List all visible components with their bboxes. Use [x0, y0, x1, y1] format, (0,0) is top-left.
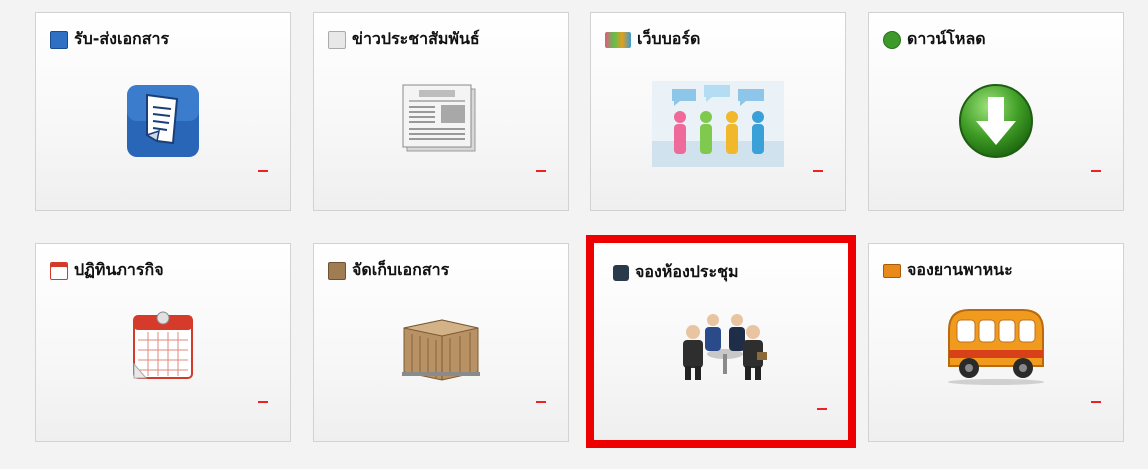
dash-mark	[258, 170, 268, 172]
tile-header: เว็บบอร์ด	[605, 27, 700, 52]
tile-header: ดาวน์โหลด	[883, 27, 986, 52]
webboard-people-icon	[652, 81, 784, 171]
dash-mark	[813, 170, 823, 172]
tile-title: จองห้องประชุม	[635, 262, 739, 281]
newspaper-small-icon	[328, 30, 346, 49]
webboard-small-icon	[605, 31, 631, 48]
bus-icon	[941, 300, 1051, 390]
tile-title: รับ-ส่งเอกสาร	[74, 29, 170, 48]
tile-header: ปฏิทินภารกิจ	[50, 258, 164, 283]
document-icon	[123, 81, 203, 165]
tile-pr-news[interactable]: ข่าวประชาสัมพันธ์	[313, 12, 569, 211]
dash-mark	[258, 401, 268, 403]
tile-header: ข่าวประชาสัมพันธ์	[328, 27, 480, 52]
module-board: รับ-ส่งเอกสาร ข่าวประชาสัมพันธ์ เว็บบอร์…	[0, 0, 1148, 469]
archive-boxes-icon	[398, 314, 484, 386]
tile-header: รับ-ส่งเอกสาร	[50, 27, 169, 52]
download-small-icon	[883, 30, 901, 49]
tile-vehicle[interactable]: จองยานพาหนะ	[868, 243, 1124, 442]
tile-archive[interactable]: จัดเก็บเอกสาร	[313, 243, 569, 442]
calendar-small-icon	[50, 261, 68, 280]
download-arrow-icon	[956, 81, 1036, 165]
meeting-small-icon	[613, 264, 629, 281]
tile-title: ดาวน์โหลด	[907, 29, 986, 48]
tile-webboard[interactable]: เว็บบอร์ด	[590, 12, 846, 211]
bus-small-icon	[883, 263, 901, 278]
tile-title: จองยานพาหนะ	[907, 260, 1013, 279]
tile-calendar[interactable]: ปฏิทินภารกิจ	[35, 243, 291, 442]
tile-header: จองห้องประชุม	[613, 260, 739, 285]
dash-mark	[1091, 401, 1101, 403]
dash-mark	[536, 401, 546, 403]
archive-small-icon	[328, 261, 346, 280]
tile-title: ปฏิทินภารกิจ	[74, 260, 164, 279]
newspaper-icon	[401, 81, 481, 159]
tile-title: จัดเก็บเอกสาร	[352, 260, 450, 279]
tile-download[interactable]: ดาวน์โหลด	[868, 12, 1124, 211]
tile-title: ข่าวประชาสัมพันธ์	[352, 29, 480, 48]
tile-receive-docs[interactable]: รับ-ส่งเอกสาร	[35, 12, 291, 211]
meeting-people-icon	[673, 308, 769, 386]
tile-meeting-room[interactable]: จองห้องประชุม	[586, 235, 856, 448]
tile-header: จองยานพาหนะ	[883, 258, 1013, 283]
calendar-icon	[128, 308, 198, 386]
dash-mark	[817, 408, 827, 410]
dash-mark	[536, 170, 546, 172]
tile-header: จัดเก็บเอกสาร	[328, 258, 449, 283]
tile-title: เว็บบอร์ด	[637, 29, 701, 48]
document-small-icon	[50, 30, 68, 49]
dash-mark	[1091, 170, 1101, 172]
